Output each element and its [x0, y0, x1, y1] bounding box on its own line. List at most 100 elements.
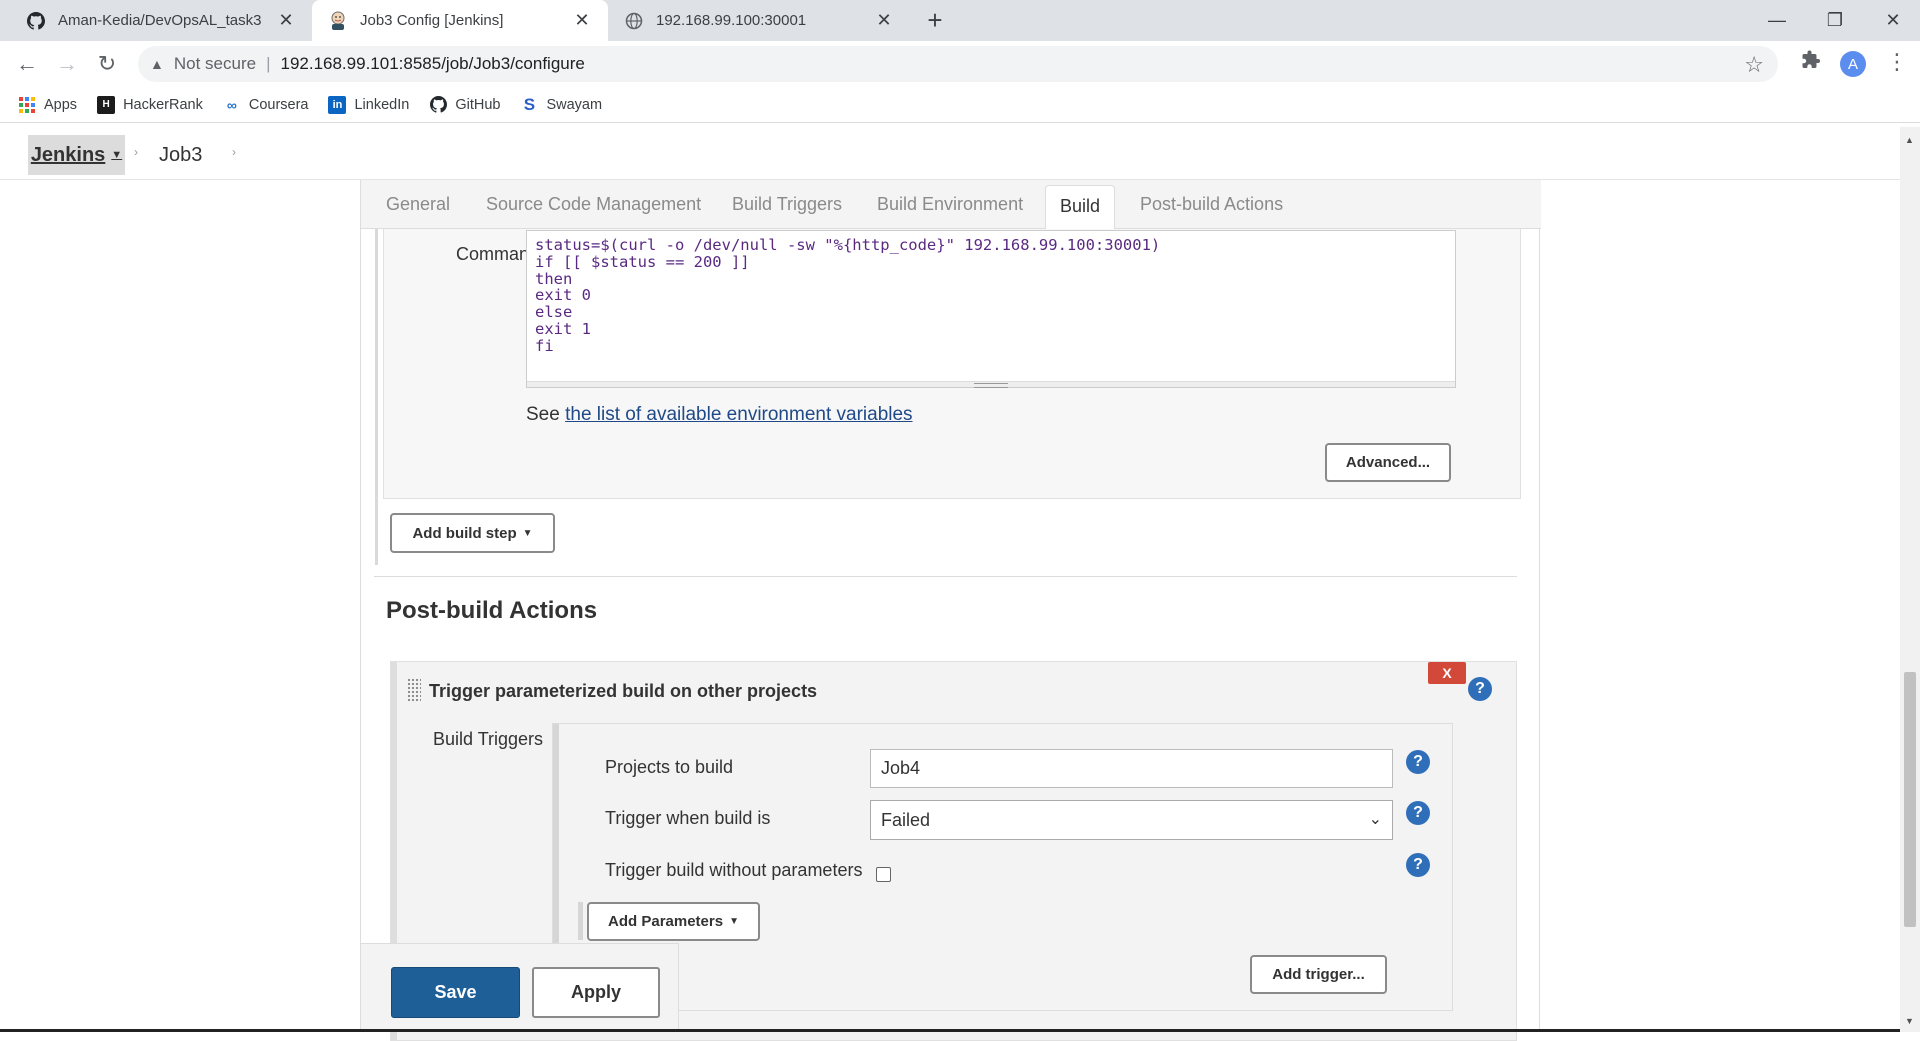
chevron-right-icon[interactable]: › [232, 145, 236, 159]
browser-tab-github[interactable]: Aman-Kedia/DevOpsAL_task3 ✕ [10, 0, 312, 41]
tab-title: Aman-Kedia/DevOpsAL_task3 [58, 12, 262, 29]
breadcrumb-job[interactable]: Job3 [159, 144, 202, 167]
add-build-step-label: Add build step [412, 524, 517, 542]
bookmark-swayam[interactable]: S Swayam [520, 94, 603, 114]
advanced-button[interactable]: Advanced... [1325, 443, 1451, 482]
help-icon[interactable]: ? [1406, 750, 1430, 774]
breadcrumb: Jenkins ▼ › Job3 › [0, 127, 1900, 180]
env-vars-line: See the list of available environment va… [526, 404, 913, 426]
caret-down-icon[interactable]: ▼ [111, 149, 122, 161]
hackerrank-icon: H [97, 95, 116, 114]
help-icon[interactable]: ? [1406, 853, 1430, 877]
help-icon[interactable]: ? [1406, 801, 1430, 825]
minimize-icon[interactable]: — [1746, 0, 1808, 41]
tab-build-environment[interactable]: Build Environment [877, 194, 1023, 215]
add-trigger-button[interactable]: Add trigger... [1250, 955, 1387, 994]
bookmark-label: HackerRank [123, 96, 203, 113]
close-icon[interactable]: ✕ [874, 10, 894, 31]
breadcrumb-jenkins-label: Jenkins [30, 143, 106, 166]
security-label: Not secure [173, 54, 257, 73]
without-params-label: Trigger build without parameters [605, 860, 863, 880]
jenkins-icon [328, 11, 348, 31]
profile-avatar[interactable]: A [1840, 51, 1866, 77]
swayam-icon: S [523, 94, 536, 114]
bookmarks-bar: Apps H HackerRank ∞ Coursera in LinkedIn… [0, 87, 1920, 123]
caret-down-icon: ▼ [522, 527, 533, 539]
reload-icon[interactable]: ↻ [92, 49, 122, 79]
trigger-when-select[interactable]: Failed ⌄ [870, 800, 1393, 840]
command-text: status=$(curl -o /dev/null -sw "%{http_c… [535, 236, 1161, 355]
browser-tab-app[interactable]: 192.168.99.100:30001 ✕ [608, 0, 910, 41]
tab-title: 192.168.99.100:30001 [656, 12, 807, 29]
add-parameters-button[interactable]: Add Parameters ▼ [587, 902, 760, 941]
delete-action-button[interactable]: X [1428, 662, 1466, 684]
restore-icon[interactable]: ❐ [1804, 0, 1866, 41]
command-textarea[interactable]: status=$(curl -o /dev/null -sw "%{http_c… [526, 230, 1456, 388]
breadcrumb-jenkins[interactable]: Jenkins ▼ [28, 135, 125, 175]
help-icon[interactable]: ? [1468, 677, 1492, 701]
bookmark-label: Coursera [248, 96, 309, 113]
projects-to-build-label: Projects to build [605, 757, 734, 777]
env-vars-link[interactable]: the list of available environment variab… [565, 404, 912, 425]
new-tab-button[interactable]: + [922, 7, 948, 34]
browser-tab-jenkins[interactable]: Job3 Config [Jenkins] ✕ [312, 0, 608, 41]
forward-icon[interactable]: → [52, 49, 82, 79]
tab-source-code-management[interactable]: Source Code Management [486, 194, 701, 215]
browser-tab-bar: Aman-Kedia/DevOpsAL_task3 ✕ Job3 Config … [0, 0, 1920, 41]
bookmark-coursera[interactable]: ∞ Coursera [223, 96, 309, 114]
save-label: Save [434, 982, 477, 1002]
back-icon[interactable]: ← [12, 49, 42, 79]
section-divider [374, 576, 1517, 577]
tab-title: Job3 Config [Jenkins] [360, 12, 504, 29]
extensions-icon[interactable] [1800, 49, 1822, 77]
chevron-down-icon: ⌄ [1368, 811, 1382, 828]
env-prefix: See [526, 404, 566, 425]
post-build-heading: Post-build Actions [386, 597, 598, 624]
address-bar[interactable]: ▲ Not secure | 192.168.99.101:8585/job/J… [138, 46, 1778, 82]
resize-handle[interactable] [527, 381, 1455, 388]
apply-label: Apply [570, 982, 621, 1002]
add-build-step-button[interactable]: Add build step ▼ [390, 513, 555, 553]
linkedin-icon: in [328, 95, 347, 114]
config-tabs: General Source Code Management Build Tri… [361, 180, 1541, 229]
apply-button[interactable]: Apply [532, 967, 660, 1018]
bookmark-apps[interactable]: Apps [18, 96, 77, 114]
bookmark-label: LinkedIn [354, 96, 410, 113]
projects-to-build-input[interactable] [870, 749, 1393, 788]
bookmark-label: Swayam [546, 96, 603, 113]
bookmark-github[interactable]: GitHub [429, 96, 500, 114]
chevron-right-icon: › [134, 145, 138, 159]
drag-handle-icon[interactable] [407, 678, 421, 702]
save-button[interactable]: Save [391, 967, 520, 1018]
block-rule [578, 902, 583, 940]
scroll-thumb[interactable] [1904, 672, 1916, 927]
trigger-title: Trigger parameterized build on other pro… [429, 681, 818, 701]
window-close-icon[interactable]: ✕ [1862, 0, 1920, 41]
tab-general[interactable]: General [386, 194, 450, 215]
scroll-up-icon[interactable]: ▲ [1905, 135, 1914, 145]
github-icon [26, 11, 46, 31]
bookmark-hackerrank[interactable]: H HackerRank [97, 95, 203, 114]
coursera-icon: ∞ [226, 96, 237, 113]
warning-icon: ▲ [150, 56, 164, 72]
apps-grid-icon [18, 96, 36, 114]
browser-menu-icon[interactable]: ⋮ [1886, 50, 1908, 74]
tab-build[interactable]: Build [1045, 185, 1116, 229]
tab-build-triggers[interactable]: Build Triggers [732, 194, 842, 215]
browser-toolbar: ← → ↻ ▲ Not secure | 192.168.99.101:8585… [0, 41, 1920, 87]
bookmark-label: GitHub [455, 96, 501, 113]
page-scrollbar[interactable]: ▲ ▼ [1900, 127, 1920, 1032]
tab-post-build-actions[interactable]: Post-build Actions [1140, 194, 1283, 215]
without-params-checkbox[interactable] [876, 867, 891, 882]
add-parameters-label: Add Parameters [608, 913, 724, 930]
bookmark-label: Apps [44, 96, 78, 113]
trigger-when-value: Failed [881, 810, 931, 830]
close-icon[interactable]: ✕ [572, 10, 592, 31]
github-icon [429, 96, 447, 114]
scroll-down-icon[interactable]: ▼ [1905, 1016, 1914, 1026]
close-icon[interactable]: ✕ [276, 10, 296, 31]
bookmark-linkedin[interactable]: in LinkedIn [328, 95, 410, 114]
trigger-when-label: Trigger when build is [605, 808, 771, 828]
bookmark-star-icon[interactable]: ☆ [1744, 52, 1764, 78]
globe-icon [624, 11, 644, 31]
